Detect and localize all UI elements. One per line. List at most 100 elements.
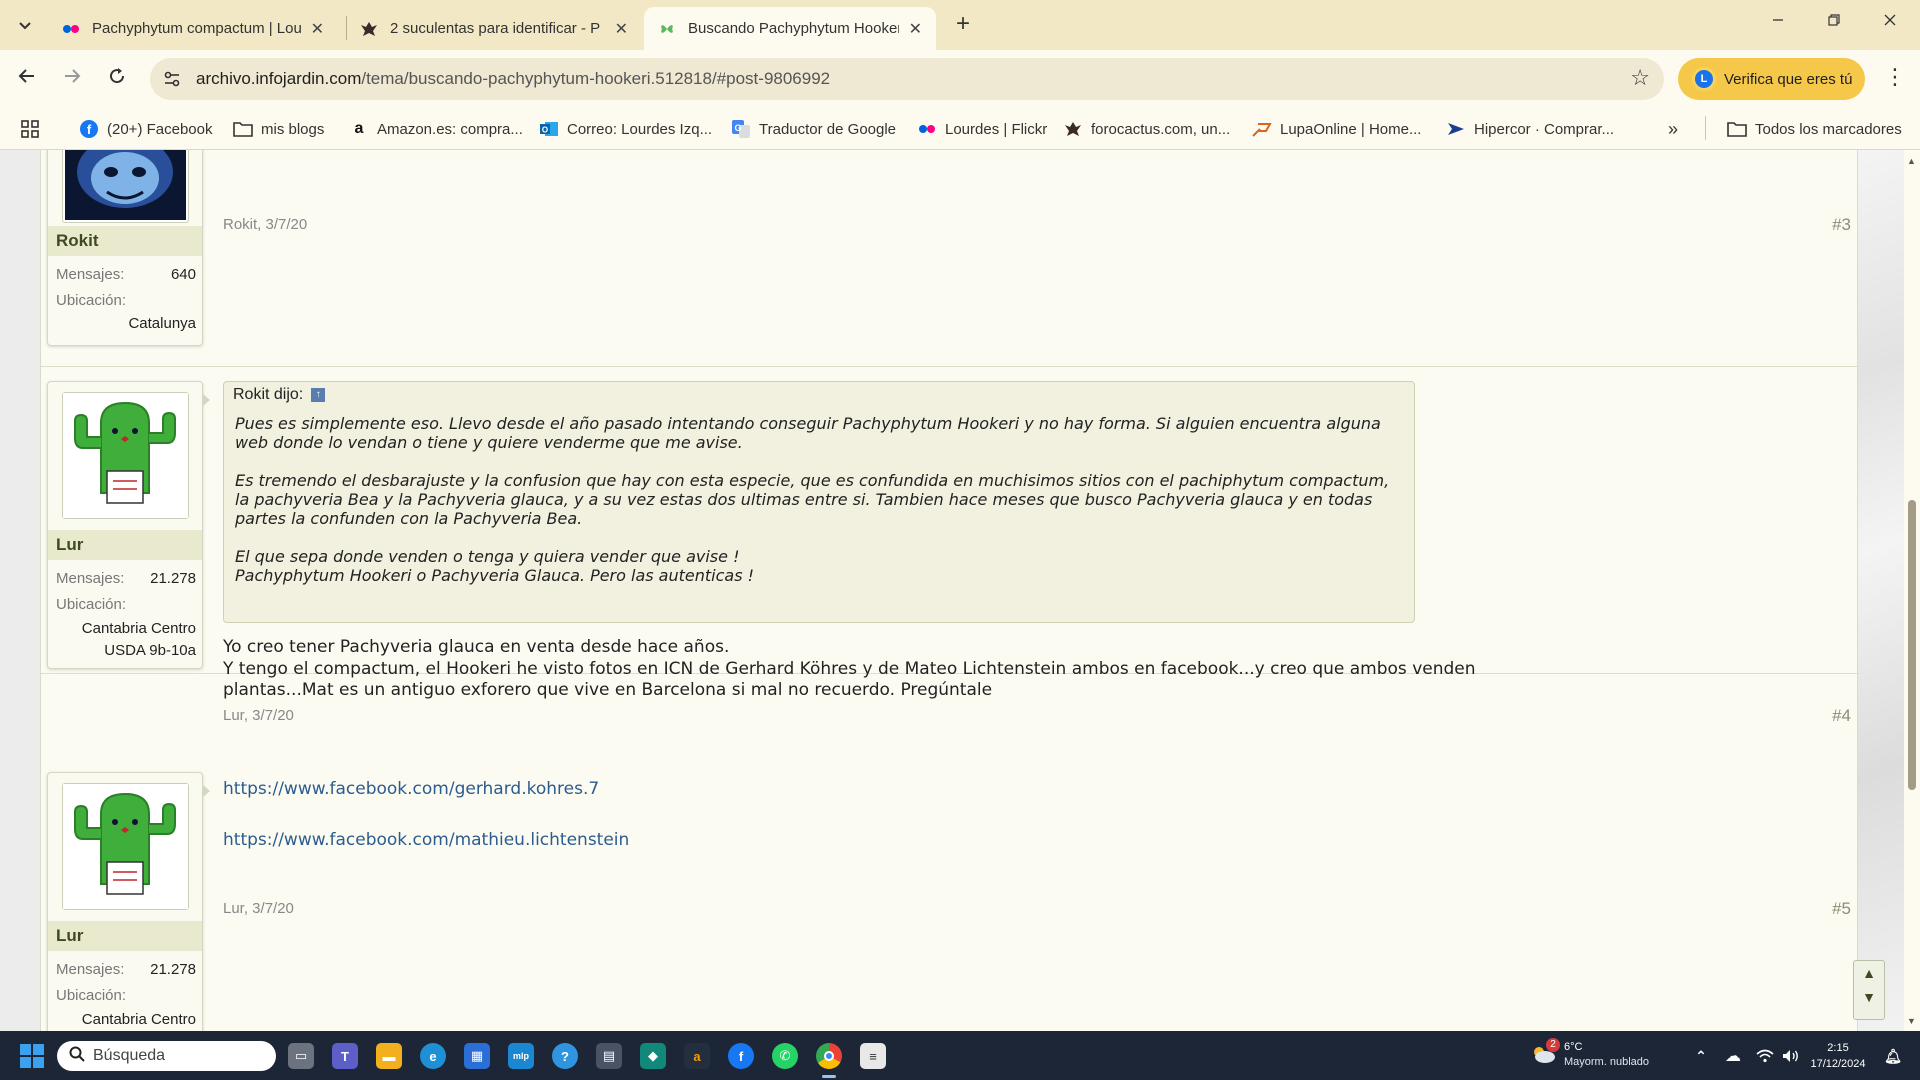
go-to-original-icon[interactable]: ↑: [311, 388, 326, 402]
windows-start-icon[interactable]: [20, 1044, 44, 1068]
username[interactable]: Rokit: [48, 226, 202, 256]
tab-search-button[interactable]: [10, 10, 40, 40]
tab-infojardin-active[interactable]: Buscando Pachyphytum Hooker ✕: [644, 7, 936, 50]
card-pointer: [202, 784, 210, 798]
post-meta[interactable]: Lur, 3/7/20: [223, 900, 294, 917]
close-tab-icon[interactable]: ✕: [615, 19, 628, 39]
chrome-icon[interactable]: [816, 1043, 842, 1069]
weather-description: Mayorm. nublado: [1564, 1056, 1649, 1068]
scroll-up-arrow-icon[interactable]: ▲: [1907, 156, 1916, 166]
system-clock[interactable]: 2:15 17/12/2024: [1808, 1040, 1868, 1072]
notepad-icon[interactable]: ≡: [860, 1043, 886, 1069]
scroll-to-top-button[interactable]: ▲: [1854, 961, 1884, 985]
address-bar[interactable]: archivo.infojardin.com/tema/buscando-pac…: [150, 58, 1664, 100]
site-info-icon[interactable]: [162, 69, 182, 89]
minimize-button[interactable]: [1758, 8, 1798, 38]
volume-icon[interactable]: [1778, 1043, 1804, 1069]
arrow-right-icon: [65, 69, 81, 83]
facebook-link-gerhard[interactable]: https://www.facebook.com/gerhard.kohres.…: [223, 779, 599, 799]
post-number-link[interactable]: #5: [1832, 899, 1851, 919]
more-bookmarks-chevron-icon[interactable]: »: [1668, 117, 1678, 141]
close-tab-icon[interactable]: ✕: [909, 19, 922, 39]
facebook-link-mathieu[interactable]: https://www.facebook.com/mathieu.lichten…: [223, 830, 629, 850]
amazon-app-icon[interactable]: a: [684, 1043, 710, 1069]
post-number-link[interactable]: #3: [1832, 215, 1851, 235]
scroll-to-bottom-button[interactable]: ▼: [1854, 985, 1884, 1009]
restore-icon: [1828, 14, 1840, 26]
location-label: Ubicación:: [56, 987, 127, 1004]
help-icon[interactable]: ?: [552, 1043, 578, 1069]
bookmark-lupaonline[interactable]: LupaOnline | Home...: [1252, 117, 1421, 141]
onedrive-cloud-icon[interactable]: ☁: [1720, 1043, 1746, 1069]
edge-icon[interactable]: e: [420, 1043, 446, 1069]
scrollbar-thumb[interactable]: [1908, 500, 1916, 790]
bookmark-forocactus[interactable]: forocactus.com, un...: [1063, 117, 1230, 141]
location-line: USDA 9b-10a: [104, 642, 196, 659]
message-count: Mensajes: 640: [56, 266, 196, 283]
teams-icon[interactable]: T: [332, 1043, 358, 1069]
bookmark-translate[interactable]: G Traductor de Google: [731, 117, 896, 141]
microsoft-store-icon[interactable]: ▦: [464, 1043, 490, 1069]
avatar[interactable]: [62, 150, 189, 223]
post-meta[interactable]: Rokit, 3/7/20: [223, 216, 307, 233]
notification-bell-icon[interactable]: 🔔︎: [1880, 1043, 1906, 1069]
calculator-icon[interactable]: ▤: [596, 1043, 622, 1069]
avatar[interactable]: [62, 392, 189, 519]
post-meta[interactable]: Lur, 3/7/20: [223, 707, 294, 724]
close-tab-icon[interactable]: ✕: [311, 19, 324, 39]
close-window-button[interactable]: [1870, 8, 1910, 38]
weather-temperature: 6°C: [1564, 1041, 1583, 1053]
weather-widget[interactable]: 2 6°C Mayorm. nublado: [1530, 1038, 1650, 1072]
bookmark-correo[interactable]: O Correo: Lourdes Izq...: [539, 117, 712, 141]
back-button[interactable]: [11, 63, 43, 95]
chevron-down-icon: [19, 22, 31, 30]
post-body-line: Yo creo tener Pachyveria glauca en venta…: [223, 637, 730, 657]
show-hidden-icons-chevron-icon[interactable]: ⌃: [1688, 1043, 1714, 1069]
bookmark-star-icon[interactable]: ☆: [1630, 65, 1650, 91]
location-label: Ubicación:: [56, 292, 127, 309]
bookmark-flickr[interactable]: Lourdes | Flickr: [917, 117, 1047, 141]
more-menu-icon[interactable]: ⋮: [1880, 64, 1910, 90]
username[interactable]: Lur: [48, 530, 202, 560]
restore-button[interactable]: [1814, 8, 1854, 38]
bookmark-mis-blogs[interactable]: mis blogs: [233, 117, 324, 141]
task-view-icon[interactable]: ▭: [288, 1043, 314, 1069]
verify-identity-button[interactable]: L Verifica que eres tú: [1678, 58, 1865, 100]
avatar[interactable]: [62, 783, 189, 910]
file-explorer-icon[interactable]: ▬: [376, 1043, 402, 1069]
message-count-label: Mensajes:: [56, 266, 125, 283]
whatsapp-icon[interactable]: ✆: [772, 1043, 798, 1069]
forward-button[interactable]: [56, 63, 88, 95]
location-line: Catalunya: [128, 315, 196, 332]
svg-text:f: f: [87, 122, 92, 137]
new-tab-button[interactable]: +: [948, 10, 978, 40]
tab-flickr[interactable]: Pachyphytum compactum | Lou ✕: [48, 7, 338, 50]
url-host: archivo.infojardin.com: [196, 69, 362, 88]
message-count-label: Mensajes:: [56, 961, 125, 978]
security-shield-icon[interactable]: ◆: [640, 1043, 666, 1069]
tab-forocactus[interactable]: 2 suculentas para identificar - P ✕: [346, 7, 642, 50]
all-bookmarks-label: Todos los marcadores: [1755, 120, 1902, 138]
quote-author[interactable]: Rokit dijo:: [233, 386, 303, 404]
post-number-link[interactable]: #4: [1832, 706, 1851, 726]
bookmark-amazon[interactable]: a Amazon.es: compra...: [349, 117, 523, 141]
all-bookmarks-button[interactable]: Todos los marcadores: [1727, 117, 1902, 141]
url-path: /tema/buscando-pachyphytum-hookeri.51281…: [361, 69, 831, 88]
page-scrollbar[interactable]: ▲ ▼: [1904, 150, 1920, 1031]
reload-button[interactable]: [101, 63, 133, 95]
bookmark-facebook[interactable]: f (20+) Facebook: [79, 117, 212, 141]
user-info-card: Lur Mensajes: 21.278 Ubicación: Cantabri…: [47, 772, 203, 1031]
apps-button[interactable]: [20, 117, 40, 141]
url-text[interactable]: archivo.infojardin.com/tema/buscando-pac…: [196, 69, 830, 89]
page-viewport: Rokit Mensajes: 640 Ubicación: Catalunya…: [0, 150, 1904, 1031]
bookmark-hipercor[interactable]: Hipercor · Comprar...: [1446, 117, 1614, 141]
username[interactable]: Lur: [48, 921, 202, 951]
location-value: Cantabria Centro: [82, 1009, 196, 1031]
scroll-down-arrow-icon[interactable]: ▼: [1907, 1016, 1916, 1026]
quote-paragraph: El que sepa donde venden o tenga y quier…: [235, 547, 755, 585]
taskbar-search[interactable]: Búsqueda: [57, 1041, 276, 1071]
wifi-icon[interactable]: [1752, 1043, 1778, 1069]
mulp-app-icon[interactable]: mlp: [508, 1043, 534, 1069]
facebook-app-icon[interactable]: f: [728, 1043, 754, 1069]
forocactus-icon: [360, 20, 378, 38]
